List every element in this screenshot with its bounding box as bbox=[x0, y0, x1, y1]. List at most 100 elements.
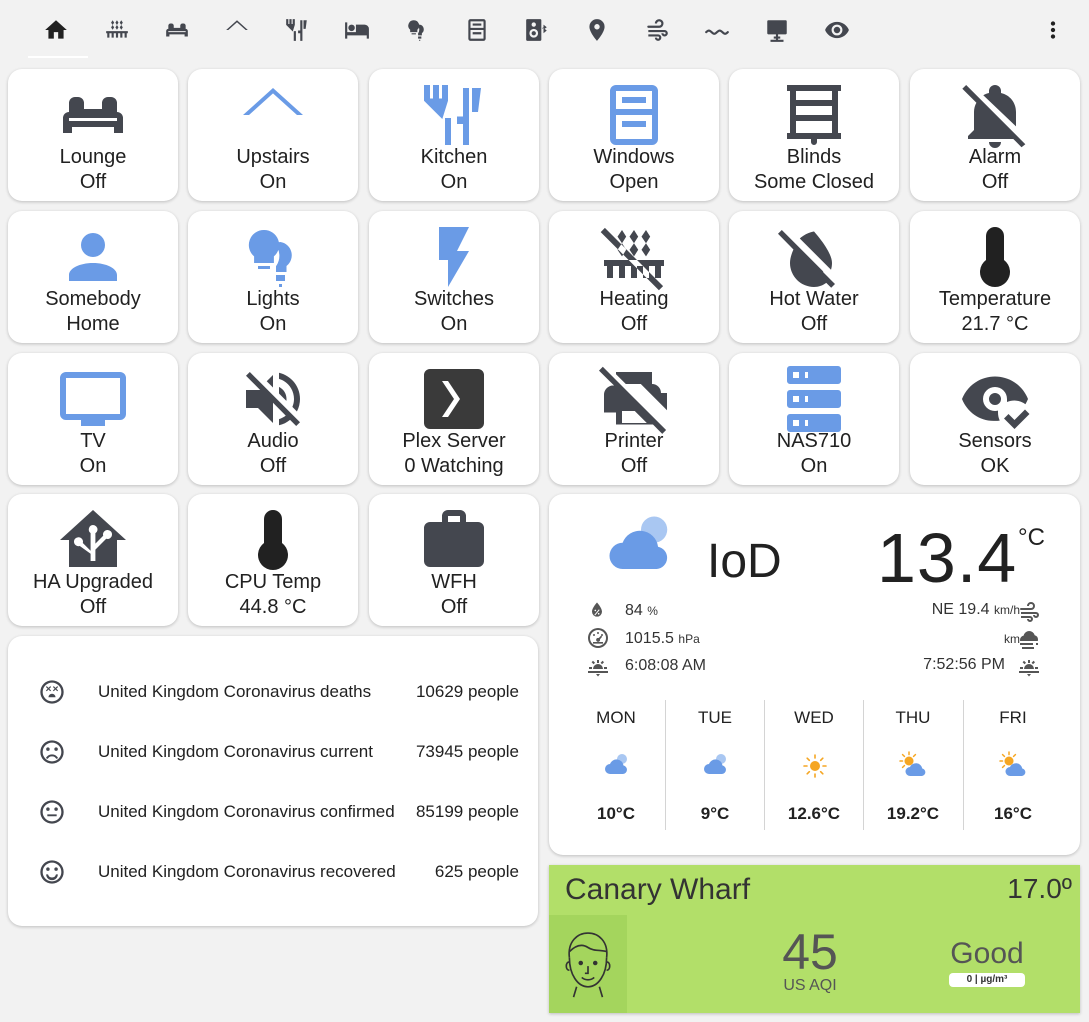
forecast-temperature: 10°C bbox=[597, 804, 635, 823]
lightbulb-group-icon bbox=[248, 229, 292, 287]
button-nas710[interactable]: NAS710 On bbox=[729, 353, 899, 485]
list-item[interactable]: United Kingdom Coronavirus confirmed 851… bbox=[8, 794, 538, 830]
button-name: HA Upgraded bbox=[32, 571, 154, 593]
forecast-temperature: 19.2°C bbox=[886, 804, 940, 823]
briefcase-icon bbox=[424, 510, 484, 567]
tab-lights[interactable] bbox=[397, 10, 437, 50]
button-windows[interactable]: Windows Open bbox=[549, 69, 719, 201]
cloudy-icon bbox=[609, 516, 668, 569]
entity-label: United Kingdom Coronavirus current bbox=[98, 742, 373, 761]
forecast-day-name: WED bbox=[794, 708, 834, 727]
plex-icon bbox=[424, 369, 484, 429]
button-kitchen[interactable]: Kitchen On bbox=[369, 69, 539, 201]
list-item[interactable]: United Kingdom Coronavirus current 73945… bbox=[8, 734, 538, 770]
button-name: Plex Server bbox=[402, 430, 506, 452]
tab-kitchen[interactable] bbox=[277, 10, 317, 50]
button-ha-upgraded[interactable]: HA Upgraded Off bbox=[8, 494, 178, 626]
active-tab-indicator bbox=[28, 56, 88, 58]
button-blinds[interactable]: Blinds Some Closed bbox=[729, 69, 899, 201]
entity-value: 625 people bbox=[434, 862, 519, 881]
button-sensors[interactable]: Sensors OK bbox=[910, 353, 1080, 485]
button-state: Off bbox=[79, 596, 107, 618]
tab-system[interactable] bbox=[757, 10, 797, 50]
button-lights[interactable]: Lights On bbox=[188, 211, 358, 343]
entity-label: United Kingdom Coronavirus recovered bbox=[98, 862, 396, 881]
sunny-icon bbox=[803, 754, 827, 778]
button-tv[interactable]: TV On bbox=[8, 353, 178, 485]
list-item[interactable]: United Kingdom Coronavirus deaths 10629 … bbox=[8, 674, 538, 710]
sunrise-icon bbox=[588, 660, 608, 677]
button-audio[interactable]: Audio Off bbox=[188, 353, 358, 485]
tab-location[interactable] bbox=[577, 10, 617, 50]
overflow-menu-button[interactable] bbox=[1036, 12, 1070, 48]
button-printer[interactable]: Printer Off bbox=[549, 353, 719, 485]
button-somebody[interactable]: Somebody Home bbox=[8, 211, 178, 343]
tab-heating[interactable] bbox=[97, 10, 137, 50]
tab-upstairs[interactable] bbox=[217, 10, 257, 50]
button-upstairs[interactable]: Upstairs On bbox=[188, 69, 358, 201]
weather-temperature: 13.4 bbox=[877, 519, 1018, 597]
map-marker-icon bbox=[589, 19, 605, 41]
button-state: Home bbox=[66, 313, 120, 335]
emoticon-neutral-icon bbox=[40, 800, 64, 824]
entity-label: United Kingdom Coronavirus confirmed bbox=[98, 802, 395, 821]
thermometer-icon bbox=[980, 227, 1010, 287]
button-name: Alarm bbox=[968, 146, 1022, 168]
volume-off-icon bbox=[246, 372, 301, 426]
emoticon-dead-icon bbox=[40, 680, 64, 704]
home-icon bbox=[45, 20, 67, 39]
weather-card[interactable]: IoD 13.4 °C 84 % 1015.5 hPa 6:08:08 AM N… bbox=[549, 494, 1080, 855]
button-lounge[interactable]: Lounge Off bbox=[8, 69, 178, 201]
button-switches[interactable]: Switches On bbox=[369, 211, 539, 343]
weather-sunrise: 6:08:08 AM bbox=[625, 657, 706, 674]
silverware-icon bbox=[286, 19, 307, 41]
desktop-tower-icon bbox=[767, 20, 787, 42]
water-off-icon bbox=[778, 230, 835, 288]
air-quality-card[interactable]: Canary Wharf 17.0º 45 US AQI Good 0 | µg… bbox=[549, 865, 1080, 1013]
radiator-icon bbox=[106, 20, 128, 38]
pressure-value: 1015.5 bbox=[625, 630, 674, 647]
tab-weather[interactable] bbox=[637, 10, 677, 50]
partly-cloudy-icon bbox=[999, 751, 1027, 777]
button-name: Audio bbox=[247, 430, 299, 452]
button-state: Some Closed bbox=[753, 171, 875, 193]
tab-sensors[interactable] bbox=[817, 10, 857, 50]
forecast-day-name: TUE bbox=[698, 708, 732, 727]
aqi-location: Canary Wharf bbox=[565, 873, 751, 906]
button-state: Off bbox=[79, 171, 107, 193]
button-alarm[interactable]: Alarm Off bbox=[910, 69, 1080, 201]
tab-lounge[interactable] bbox=[157, 10, 197, 50]
aqi-value: 45 bbox=[782, 924, 838, 980]
tab-audio[interactable] bbox=[517, 10, 557, 50]
forecast-day-name: MON bbox=[596, 708, 636, 727]
button-wfh[interactable]: WFH Off bbox=[369, 494, 539, 626]
television-icon bbox=[60, 372, 126, 426]
button-plex-server[interactable]: Plex Server 0 Watching bbox=[369, 353, 539, 485]
weather-pressure: 1015.5 hPa bbox=[625, 630, 700, 648]
button-state: On bbox=[259, 313, 287, 335]
thermometer-icon bbox=[258, 510, 288, 570]
lightbulb-group-icon bbox=[408, 20, 424, 41]
button-state: 21.7 °C bbox=[961, 313, 1029, 335]
list-item[interactable]: United Kingdom Coronavirus recovered 625… bbox=[8, 854, 538, 890]
weather-wind: NE 19.4 km/h bbox=[932, 601, 1020, 619]
tab-home[interactable] bbox=[36, 10, 76, 50]
forecast-day: FRI 16°C bbox=[964, 700, 1062, 830]
entity-value: 85199 people bbox=[415, 802, 519, 821]
button-name: Somebody bbox=[45, 288, 141, 310]
button-cpu-temp[interactable]: CPU Temp 44.8 °C bbox=[188, 494, 358, 626]
button-hot-water[interactable]: Hot Water Off bbox=[729, 211, 899, 343]
aqi-label: US AQI bbox=[783, 977, 837, 994]
button-state: Off bbox=[440, 596, 468, 618]
wind-value: NE 19.4 bbox=[931, 601, 990, 618]
pressure-unit: hPa bbox=[678, 632, 700, 646]
emoticon-sad-icon bbox=[40, 740, 64, 764]
tab-water[interactable] bbox=[697, 10, 737, 50]
tab-bedroom[interactable] bbox=[337, 10, 377, 50]
sofa-icon bbox=[166, 23, 188, 37]
button-temperature[interactable]: Temperature 21.7 °C bbox=[910, 211, 1080, 343]
tab-windows[interactable] bbox=[457, 10, 497, 50]
button-heating[interactable]: Heating Off bbox=[549, 211, 719, 343]
roof-icon bbox=[226, 20, 248, 30]
button-name: TV bbox=[80, 430, 106, 452]
